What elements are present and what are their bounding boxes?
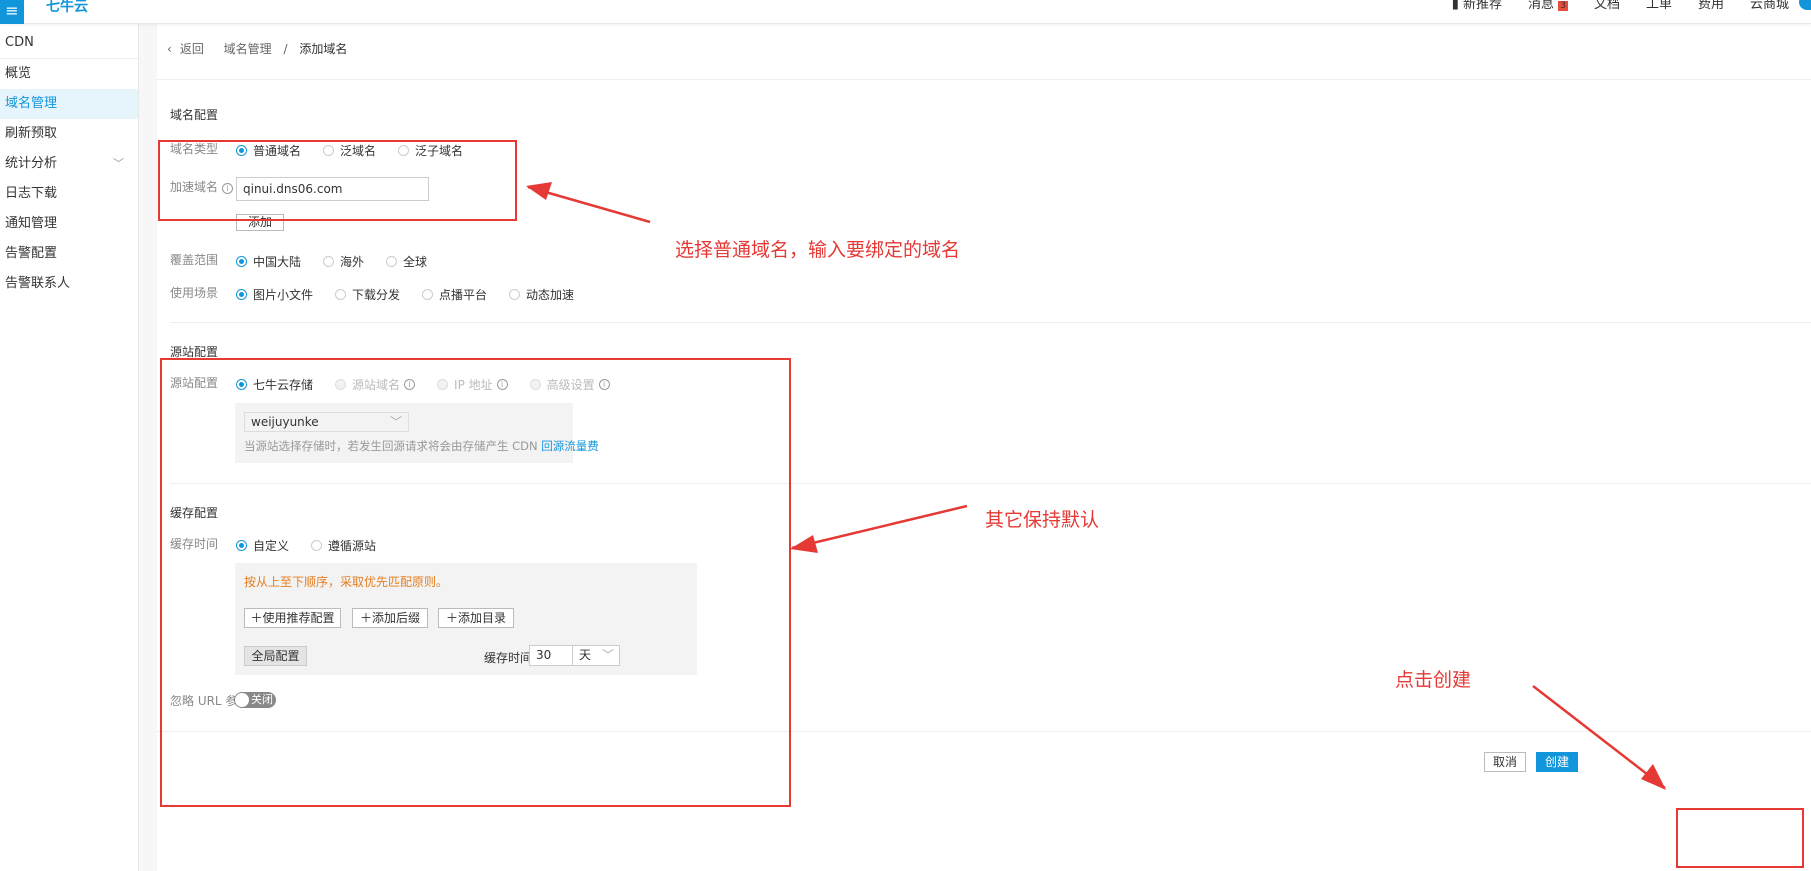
nav-messages[interactable]: 消息 3	[1528, 0, 1568, 11]
top-bar: ≡ 七牛云 ▮ 新推荐 消息 3 文档 工单 费用 云商城	[0, 0, 1811, 24]
annotation-box-defaults	[160, 358, 791, 807]
radio-checked-icon	[236, 256, 247, 267]
sidebar: CDN 概览 域名管理 刷新预取 统计分析 ﹀ 日志下载 通知管理 告警配置 告警…	[0, 24, 139, 871]
nav-docs[interactable]: 文档	[1594, 0, 1620, 11]
radio-images[interactable]: 图片小文件	[236, 286, 313, 303]
radio-icon	[422, 289, 434, 300]
sidebar-item-stats-label: 统计分析	[5, 156, 58, 171]
sidebar-title: CDN	[0, 24, 138, 59]
radio-label: 点播平台	[439, 288, 488, 302]
coverage-group: 中国大陆 海外 全球	[236, 253, 449, 270]
top-nav: ▮ 新推荐 消息 3 文档 工单 费用 云商城	[1452, 0, 1789, 11]
nav-new-label: 新推荐	[1463, 0, 1503, 12]
message-badge: 3	[1558, 1, 1568, 11]
scene-group: 图片小文件 下载分发 点播平台 动态加速	[236, 286, 596, 303]
sidebar-item-logs[interactable]: 日志下载	[0, 179, 138, 209]
radio-label: 全球	[403, 255, 428, 269]
sidebar-item-refresh[interactable]: 刷新预取	[0, 119, 138, 149]
sidebar-item-notify[interactable]: 通知管理	[0, 209, 138, 239]
logo[interactable]: 七牛云	[46, 0, 88, 16]
back-link[interactable]: ‹ 返回	[167, 42, 212, 56]
radio-dynamic[interactable]: 动态加速	[509, 286, 574, 303]
chevron-left-icon: ‹	[167, 42, 172, 56]
domain-config-title: 域名配置	[170, 108, 219, 122]
radio-icon	[323, 256, 335, 267]
breadcrumb-parent[interactable]: 域名管理	[224, 42, 272, 56]
nav-billing[interactable]: 费用	[1698, 0, 1724, 11]
radio-mainland[interactable]: 中国大陆	[236, 253, 301, 270]
divider	[170, 322, 1811, 323]
radio-vod[interactable]: 点播平台	[422, 286, 487, 303]
sidebar-item-domains[interactable]: 域名管理	[0, 89, 138, 119]
radio-icon	[335, 289, 347, 300]
radio-global[interactable]: 全球	[386, 253, 427, 270]
sidebar-item-stats[interactable]: 统计分析 ﹀	[0, 149, 138, 179]
radio-checked-icon	[236, 289, 247, 300]
nav-new[interactable]: ▮ 新推荐	[1452, 0, 1502, 11]
breadcrumb-current: 添加域名	[299, 42, 348, 56]
breadcrumb-sep: /	[283, 42, 288, 56]
radio-label: 中国大陆	[253, 255, 302, 269]
menu-icon[interactable]: ≡	[0, 0, 24, 24]
nav-messages-label: 消息	[1528, 0, 1555, 12]
radio-label: 海外	[340, 255, 365, 269]
radio-download[interactable]: 下载分发	[335, 286, 400, 303]
radio-label: 动态加速	[526, 288, 575, 302]
sidebar-item-overview[interactable]: 概览	[0, 59, 138, 89]
breadcrumb: ‹ 返回 域名管理 / 添加域名	[167, 40, 355, 57]
gift-icon: ▮	[1451, 0, 1459, 12]
back-label: 返回	[179, 42, 204, 56]
chevron-down-icon: ﹀	[113, 157, 124, 170]
radio-overseas[interactable]: 海外	[323, 253, 364, 270]
annotation-text-create: 点击创建	[1395, 669, 1472, 691]
radio-label: 图片小文件	[253, 288, 314, 302]
radio-icon	[386, 256, 398, 267]
coverage-label: 覆盖范围	[170, 253, 219, 267]
sidebar-item-alerts[interactable]: 告警配置	[0, 239, 138, 269]
create-button[interactable]: 创建	[1536, 752, 1578, 772]
scene-label: 使用场景	[170, 286, 219, 300]
annotation-box-domain	[158, 140, 517, 221]
nav-tickets[interactable]: 工单	[1646, 0, 1672, 11]
radio-icon	[509, 289, 521, 300]
annotation-text-domain: 选择普通域名，输入要绑定的域名	[675, 239, 961, 261]
sidebar-item-contacts[interactable]: 告警联系人	[0, 269, 138, 299]
annotation-box-create	[1676, 808, 1804, 868]
annotation-text-defaults: 其它保持默认	[985, 509, 1100, 531]
avatar[interactable]	[1799, 0, 1811, 10]
cancel-button[interactable]: 取消	[1484, 752, 1526, 772]
divider	[157, 79, 1811, 80]
radio-label: 下载分发	[352, 288, 401, 302]
nav-marketplace[interactable]: 云商城	[1750, 0, 1789, 11]
